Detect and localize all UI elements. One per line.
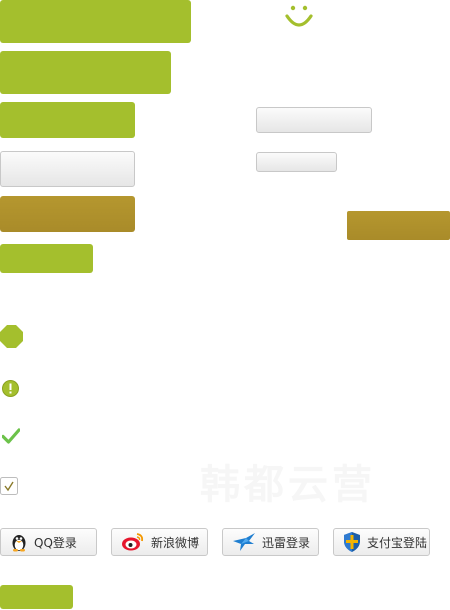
alipay-shield-icon bbox=[344, 532, 360, 552]
green-button-bottom[interactable] bbox=[0, 585, 73, 609]
gold-button[interactable] bbox=[0, 196, 135, 232]
xunlei-login-label: 迅雷登录 bbox=[262, 535, 311, 550]
alipay-login-label: 支付宝登陆 bbox=[367, 535, 428, 550]
qq-login-button[interactable]: QQ登录 bbox=[0, 528, 97, 556]
weibo-icon bbox=[122, 533, 144, 551]
checkmark-icon bbox=[1, 428, 21, 444]
gray-input-box[interactable] bbox=[256, 107, 372, 133]
green-button-medium[interactable] bbox=[0, 51, 171, 94]
weibo-login-button[interactable]: 新浪微博 bbox=[111, 528, 208, 556]
green-button-large[interactable] bbox=[0, 0, 191, 43]
gray-input-box-small[interactable] bbox=[256, 152, 337, 172]
weibo-login-label: 新浪微博 bbox=[151, 535, 200, 550]
qq-login-label: QQ登录 bbox=[34, 535, 77, 550]
watermark: 韩都云营 bbox=[200, 462, 376, 508]
gray-button[interactable] bbox=[0, 151, 135, 187]
xunlei-login-button[interactable]: 迅雷登录 bbox=[222, 528, 319, 556]
alipay-login-button[interactable]: 支付宝登陆 bbox=[333, 528, 430, 556]
checkbox-checked-icon[interactable] bbox=[0, 477, 18, 495]
green-button-small[interactable] bbox=[0, 244, 93, 273]
qq-penguin-icon bbox=[12, 535, 26, 552]
xunlei-bird-icon bbox=[233, 533, 255, 551]
octagon-icon bbox=[0, 325, 23, 348]
smiley-icon bbox=[283, 4, 315, 30]
green-button[interactable] bbox=[0, 102, 135, 138]
warning-icon bbox=[2, 380, 19, 397]
gold-button-right[interactable] bbox=[347, 211, 450, 240]
